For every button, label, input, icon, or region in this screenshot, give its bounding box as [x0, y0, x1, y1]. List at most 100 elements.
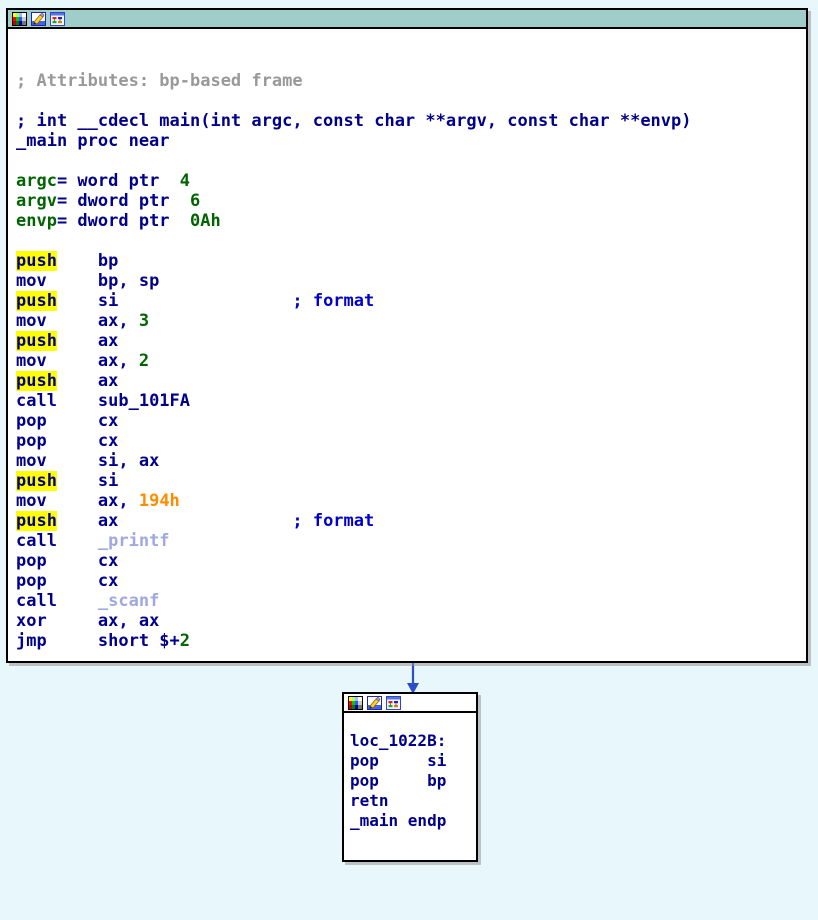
code-token: pop — [16, 431, 47, 451]
code-token: 0Ah — [190, 211, 221, 231]
code-token: call — [16, 531, 57, 551]
code-token: bp — [56, 251, 119, 271]
code-token: xor — [16, 611, 47, 631]
code-token: push — [16, 251, 57, 271]
code-line[interactable]: loc_1022B: — [344, 731, 476, 751]
code-token: short $+ — [46, 631, 180, 651]
color-palette-icon[interactable] — [12, 11, 27, 26]
code-token: cx — [46, 411, 119, 431]
code-token: cx — [46, 571, 119, 591]
code-token: si — [56, 291, 293, 311]
code-token: si — [56, 471, 119, 491]
code-token: argc — [16, 171, 57, 191]
code-line[interactable]: pop cx — [8, 431, 806, 451]
code-token: ax, — [46, 311, 139, 331]
code-token: = dword ptr — [56, 191, 191, 211]
node-exit-titlebar[interactable] — [344, 694, 476, 713]
code-token: _main proc near — [16, 131, 170, 151]
graph-node-main[interactable]: ; Attributes: bp-based frame ; int __cde… — [6, 8, 808, 663]
code-token: 6 — [190, 191, 201, 211]
code-line[interactable]: push si — [8, 471, 806, 491]
node-main-titlebar[interactable] — [8, 10, 806, 29]
code-line[interactable]: mov si, ax — [8, 451, 806, 471]
code-token: pop — [350, 771, 379, 790]
code-line[interactable]: pop cx — [8, 571, 806, 591]
code-line[interactable]: ; Attributes: bp-based frame — [8, 71, 806, 91]
code-token: ; format — [292, 291, 375, 311]
code-token: bp, sp — [46, 271, 160, 291]
code-token: mov — [16, 451, 47, 471]
graph-node-exit[interactable]: loc_1022B: pop si pop bp retn _main endp — [342, 692, 478, 862]
graph-layout-icon[interactable] — [50, 11, 65, 26]
edit-pencil-icon[interactable] — [367, 695, 382, 710]
code-token: call — [16, 391, 57, 411]
edit-pencil-icon[interactable] — [31, 11, 46, 26]
code-token: = dword ptr — [56, 211, 191, 231]
code-line[interactable]: mov ax, 194h — [8, 491, 806, 511]
code-token: si, ax — [46, 451, 160, 471]
code-token: jmp — [16, 631, 47, 651]
code-line[interactable]: pop bp — [344, 771, 476, 791]
code-line[interactable]: push ax — [8, 371, 806, 391]
code-line[interactable]: pop si — [344, 751, 476, 771]
code-line[interactable]: pop cx — [8, 411, 806, 431]
code-line[interactable]: push bp — [8, 251, 806, 271]
code-line[interactable]: jmp short $+2 — [8, 631, 806, 651]
code-token: _printf — [56, 531, 170, 551]
code-line[interactable]: call _printf — [8, 531, 806, 551]
code-token: si — [378, 751, 447, 770]
code-line[interactable]: _main proc near — [8, 131, 806, 151]
node-main-code[interactable]: ; Attributes: bp-based frame ; int __cde… — [8, 29, 806, 651]
code-token: ax, — [46, 351, 139, 371]
code-token: call — [16, 591, 57, 611]
code-token: 2 — [138, 351, 150, 371]
code-line[interactable] — [8, 91, 806, 111]
graph-layout-icon[interactable] — [386, 695, 401, 710]
code-line[interactable]: mov ax, 2 — [8, 351, 806, 371]
code-token: ; Attributes: bp-based frame — [16, 71, 303, 91]
code-token: = word ptr — [56, 171, 180, 191]
code-token: push — [16, 291, 57, 311]
code-line[interactable] — [8, 231, 806, 251]
code-token: ax, ax — [46, 611, 160, 631]
code-line[interactable]: push ax — [8, 331, 806, 351]
code-token: push — [16, 471, 57, 491]
code-line[interactable]: push si ; format — [8, 291, 806, 311]
color-palette-icon[interactable] — [348, 695, 363, 710]
code-line[interactable]: mov bp, sp — [8, 271, 806, 291]
code-token: ax — [56, 371, 119, 391]
node-exit-code[interactable]: loc_1022B: pop si pop bp retn _main endp — [344, 713, 476, 831]
code-line[interactable]: argc= word ptr 4 — [8, 171, 806, 191]
code-line[interactable]: call _scanf — [8, 591, 806, 611]
code-token: argv — [16, 191, 57, 211]
code-token: ax — [56, 331, 119, 351]
code-token: pop — [16, 571, 47, 591]
code-line[interactable]: retn — [344, 791, 476, 811]
code-line[interactable]: mov ax, 3 — [8, 311, 806, 331]
disassembly-graph-canvas[interactable]: ; Attributes: bp-based frame ; int __cde… — [0, 0, 818, 920]
code-token: pop — [350, 751, 379, 770]
code-line[interactable]: push ax ; format — [8, 511, 806, 531]
code-line[interactable] — [8, 151, 806, 171]
code-token: _main endp — [350, 811, 447, 830]
code-token: pop — [16, 551, 47, 571]
code-line[interactable]: pop cx — [8, 551, 806, 571]
code-token: mov — [16, 491, 47, 511]
code-line[interactable]: argv= dword ptr 6 — [8, 191, 806, 211]
code-line[interactable]: envp= dword ptr 0Ah — [8, 211, 806, 231]
code-line[interactable]: xor ax, ax — [8, 611, 806, 631]
code-token: cx — [46, 431, 119, 451]
code-token: ax, — [46, 491, 139, 511]
code-token: cx — [46, 551, 119, 571]
code-token: retn — [350, 791, 389, 810]
code-token: 4 — [179, 171, 191, 191]
code-token: bp — [378, 771, 447, 790]
code-line[interactable]: ; int __cdecl main(int argc, const char … — [8, 111, 806, 131]
code-token: mov — [16, 271, 47, 291]
code-line[interactable]: _main endp — [344, 811, 476, 831]
code-line[interactable] — [8, 51, 806, 71]
code-line[interactable]: call sub_101FA — [8, 391, 806, 411]
code-token: push — [16, 511, 57, 531]
code-token: mov — [16, 311, 47, 331]
code-token: 3 — [138, 311, 150, 331]
